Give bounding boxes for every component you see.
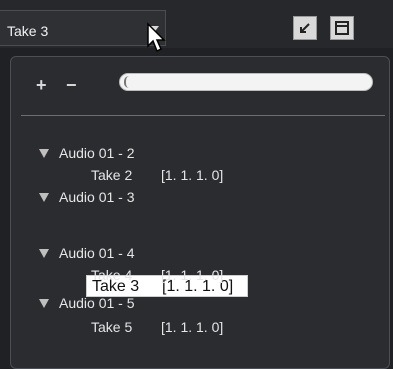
window-icon: [335, 21, 349, 35]
group-label: Audio 01 - 4: [59, 245, 135, 261]
group-label: Audio 01 - 3: [59, 189, 135, 205]
expand-icon[interactable]: [39, 249, 49, 258]
expand-icon[interactable]: [39, 299, 49, 308]
collapse-button[interactable]: [293, 16, 317, 40]
take-selector-value: Take 3: [7, 23, 49, 39]
takes-panel: + − Audio 01 - 2 Take 2 [1. 1. 1. 0] Aud…: [10, 56, 390, 369]
group-label: Audio 01 - 5: [59, 295, 135, 311]
group-label: Audio 01 - 2: [59, 145, 135, 161]
expand-icon[interactable]: [39, 149, 49, 158]
divider: [21, 115, 385, 116]
take-name: Take 5: [91, 319, 133, 335]
expand-icon[interactable]: [39, 193, 49, 202]
take-name: Take 2: [91, 167, 133, 183]
search-input[interactable]: [119, 73, 373, 91]
remove-take-button[interactable]: −: [66, 75, 77, 96]
take-name: Take 4: [91, 267, 133, 283]
mouse-cursor-icon: [147, 22, 166, 53]
take-position: [1. 1. 1. 0]: [161, 267, 224, 283]
top-toolbar: Take 3: [0, 0, 393, 53]
take-position: [1. 1. 1. 0]: [161, 319, 224, 335]
arrow-down-left-icon: [300, 23, 310, 33]
window-button[interactable]: [330, 16, 354, 40]
take-selector[interactable]: Take 3: [0, 10, 166, 46]
take-position: [1. 1. 1. 0]: [161, 167, 224, 183]
add-take-button[interactable]: +: [36, 75, 47, 96]
